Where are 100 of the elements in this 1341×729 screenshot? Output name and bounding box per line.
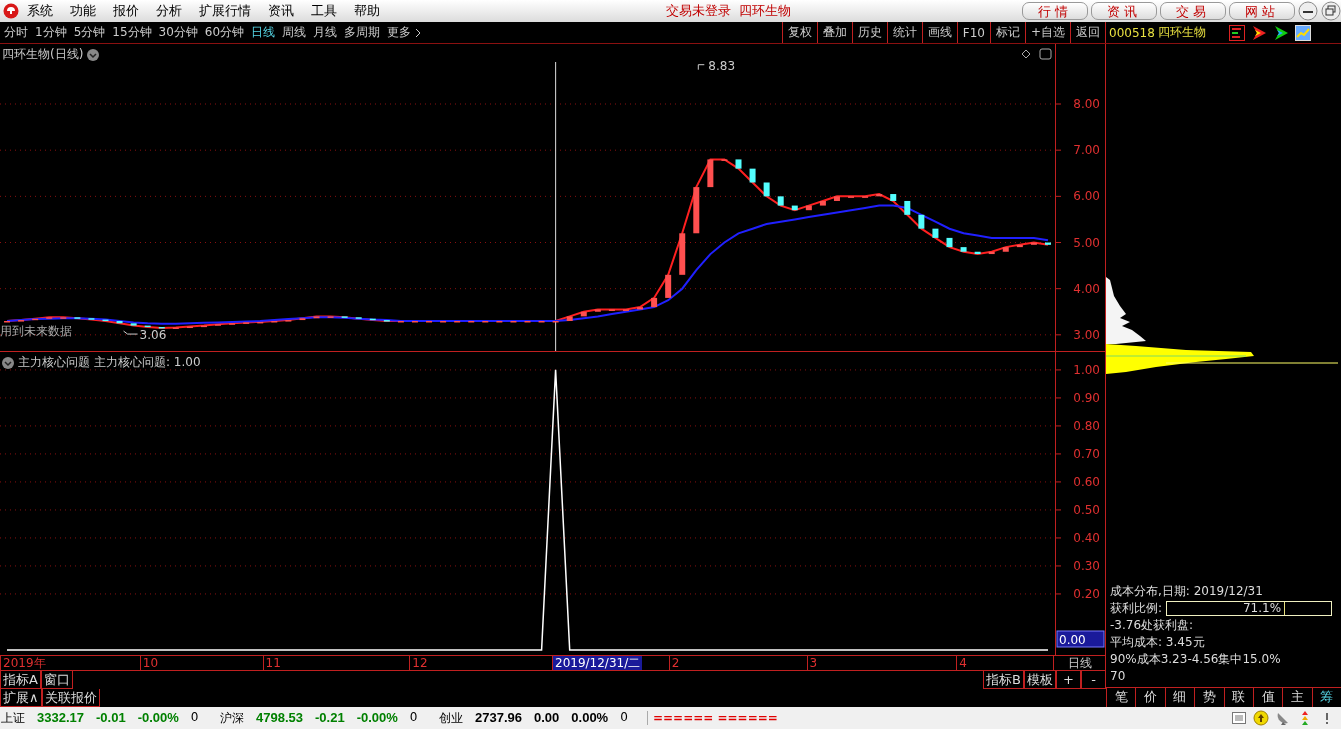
- candle: [313, 316, 320, 319]
- candle: [200, 325, 207, 328]
- date-label: 3: [808, 656, 819, 670]
- window-tab[interactable]: 指标A: [0, 671, 41, 689]
- candle: [735, 159, 742, 169]
- period-tab[interactable]: 60分钟: [204, 24, 245, 41]
- chart-title: 四环生物(日线): [2, 46, 84, 63]
- toggle-icon[interactable]: [1039, 48, 1052, 60]
- menu-item[interactable]: 功能: [70, 2, 96, 20]
- candle: [960, 247, 967, 252]
- index-percent: -0.00%: [137, 709, 179, 727]
- period-tab[interactable]: 1分钟: [35, 24, 67, 41]
- candle: [974, 251, 981, 255]
- minimize-icon[interactable]: [1298, 1, 1318, 21]
- candle: [833, 196, 840, 201]
- restore-icon[interactable]: [1321, 1, 1341, 21]
- axis-label: 0.20: [1073, 586, 1100, 601]
- candle: [791, 205, 798, 211]
- candle: [988, 251, 995, 255]
- menu-item[interactable]: 资讯: [268, 2, 294, 20]
- arrow-icon[interactable]: [1273, 24, 1289, 41]
- index-percent: 0.00%: [571, 709, 609, 727]
- candle: [32, 318, 39, 321]
- axis-label: 1.00: [1073, 362, 1100, 377]
- stock-code: 000518: [1109, 25, 1155, 40]
- coin-icon[interactable]: [1253, 710, 1269, 726]
- diamond-icon[interactable]: [1021, 49, 1031, 59]
- window-tab[interactable]: 指标B: [983, 671, 1024, 689]
- menu-item[interactable]: 分析: [156, 2, 182, 20]
- nav-button[interactable]: 资讯: [1091, 2, 1157, 20]
- period-tab[interactable]: 30分钟: [158, 24, 198, 41]
- index-name: 上证: [1, 709, 25, 727]
- cursor-value: 0.00: [1059, 633, 1086, 647]
- window-tab[interactable]: +: [1056, 671, 1081, 689]
- candle: [186, 326, 193, 329]
- value-box: [1056, 630, 1105, 648]
- dropdown-icon[interactable]: [2, 356, 14, 369]
- dropdown-icon[interactable]: [87, 48, 100, 61]
- stock-name: 四环生物: [1157, 24, 1206, 41]
- arrow-icon[interactable]: [1251, 24, 1267, 41]
- axis-label: 0.90: [1073, 390, 1100, 405]
- window-tab[interactable]: 窗口: [40, 671, 73, 689]
- period-tab[interactable]: 月线: [313, 24, 338, 41]
- date-label: 10: [141, 656, 160, 670]
- candle: [594, 309, 601, 312]
- menu-item[interactable]: 帮助: [354, 2, 380, 20]
- candle: [102, 319, 109, 322]
- cost-range: 70: [1110, 668, 1127, 685]
- axis-label: 0.80: [1073, 418, 1100, 433]
- period-tab[interactable]: 多周期: [344, 24, 381, 41]
- profit-price: -3.76处获利盘:: [1110, 617, 1195, 634]
- period-tab[interactable]: 15分钟: [112, 24, 152, 41]
- menu-item[interactable]: 系统: [27, 2, 53, 20]
- nav-button[interactable]: 网站: [1229, 2, 1295, 20]
- candle: [580, 311, 587, 317]
- candle: [144, 325, 151, 328]
- window-tab[interactable]: 模板: [1024, 671, 1056, 689]
- window-tab[interactable]: -: [1081, 671, 1106, 689]
- chart-icon[interactable]: [1295, 24, 1311, 41]
- leader-line: [697, 64, 705, 71]
- candle: [707, 159, 714, 188]
- period-tab[interactable]: 更多: [387, 24, 412, 41]
- date-label: 2019年: [2, 656, 47, 670]
- menu-item[interactable]: 工具: [311, 2, 337, 20]
- candle: [299, 318, 306, 321]
- axis-label: 0.40: [1073, 530, 1100, 545]
- axis-label: 6.00: [1073, 189, 1100, 204]
- period-tab[interactable]: 日线: [251, 24, 276, 41]
- window-tab[interactable]: 扩展∧: [0, 689, 42, 707]
- indicator-reading: 主力核心问题: 1.00: [94, 354, 201, 371]
- period-tab[interactable]: 周线: [282, 24, 307, 41]
- window-tab[interactable]: 关联报价: [41, 689, 100, 707]
- menu-item[interactable]: 报价: [113, 2, 139, 20]
- candle: [876, 194, 883, 197]
- index-volume: 0: [190, 709, 199, 726]
- high-price-label: 8.83: [708, 58, 735, 73]
- index-value: 3332.17: [37, 709, 84, 727]
- date-label: 2019/12/31/二: [553, 656, 643, 670]
- satellite-dish-icon[interactable]: [1275, 710, 1291, 726]
- bar-list-icon[interactable]: [1229, 24, 1245, 41]
- chevron-right-icon[interactable]: [415, 27, 422, 38]
- axis-label: 5.00: [1073, 235, 1100, 250]
- index-name: 创业: [439, 709, 463, 727]
- period-tab[interactable]: 5分钟: [73, 24, 106, 41]
- axis-label: 8.00: [1073, 97, 1100, 111]
- candle: [819, 200, 826, 206]
- date-label: 11: [264, 656, 282, 670]
- period-tab[interactable]: 分时: [4, 24, 28, 41]
- candle: [749, 168, 756, 183]
- axis-label: 0.50: [1073, 502, 1100, 517]
- axis-label: 0.70: [1073, 446, 1100, 461]
- axis-label: 7.00: [1073, 143, 1100, 158]
- profit-ratio-bar: 71.1%: [1166, 601, 1333, 616]
- menu-item[interactable]: 扩展行情: [199, 2, 251, 20]
- nav-button[interactable]: 行情: [1022, 2, 1088, 20]
- nav-button[interactable]: 交易: [1160, 2, 1226, 20]
- list-icon[interactable]: [1231, 710, 1247, 726]
- candle: [116, 321, 123, 324]
- cost-date: 成本分布,日期: 2019/12/31: [1110, 583, 1264, 600]
- app-logo-icon[interactable]: [3, 3, 19, 19]
